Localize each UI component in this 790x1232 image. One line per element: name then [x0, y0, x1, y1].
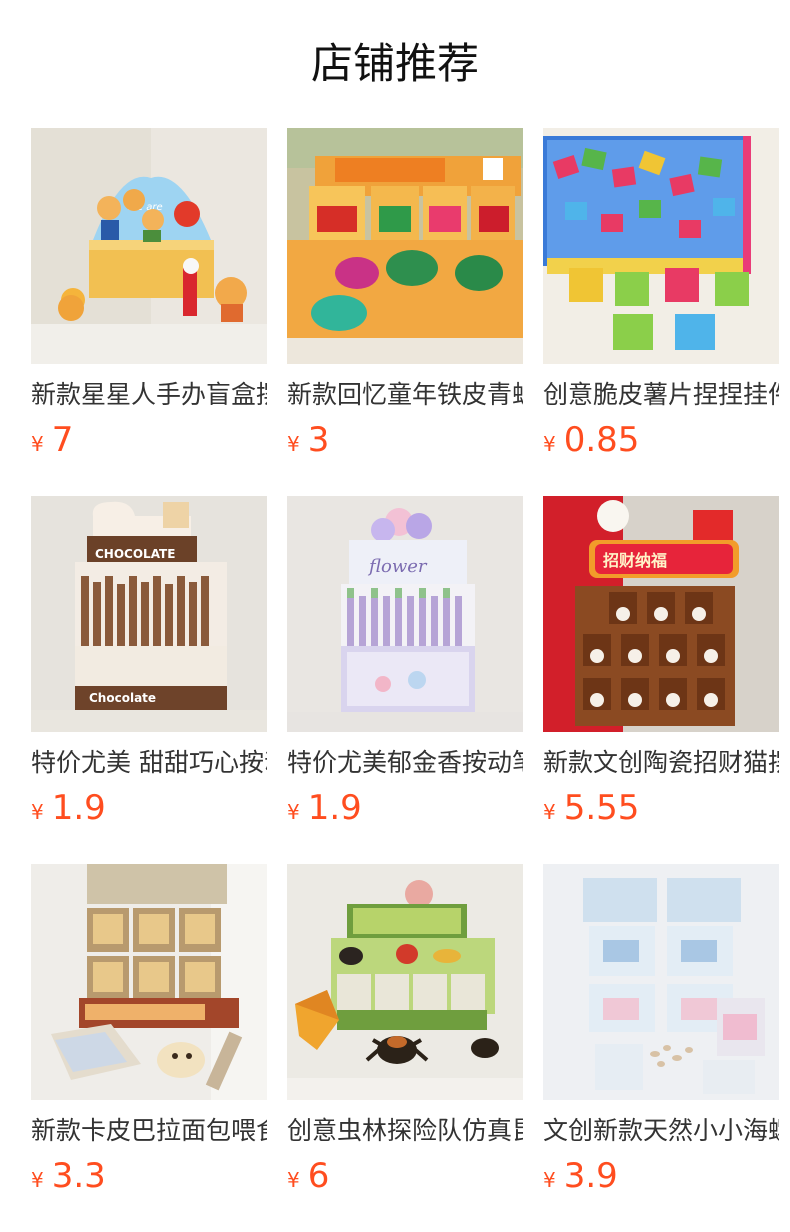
price-value: 1.9: [51, 788, 106, 828]
product-card[interactable]: 创意脆皮薯片捏捏挂件 ¥0.85: [543, 128, 779, 496]
chocolate-pen-box-image: CHOCOLATE Chocolate: [31, 496, 267, 732]
shop-recommendation-page: 店铺推荐 We are 新款星星人手办盲盒 ¥ 7 新款回忆童年铁皮青蛙 ¥ 3…: [0, 0, 790, 1232]
product-price: ¥3.9: [543, 1154, 779, 1198]
product-image[interactable]: 招财纳福: [543, 496, 779, 732]
product-card[interactable]: 招财纳福 新款文创陶瓷招财猫 ¥ 5.55: [543, 496, 779, 864]
product-card[interactable]: We are 新款星星人手办盲盒摆件 ¥: [31, 128, 267, 496]
product-name[interactable]: 创意虫林探险队仿真昆虫: [287, 1114, 523, 1148]
currency-symbol: ¥: [543, 1168, 556, 1192]
product-image[interactable]: CHOCOLATE Chocolate: [31, 496, 267, 732]
svg-text:招财纳福: 招财纳福: [603, 551, 667, 570]
product-price: ¥1.9: [287, 786, 523, 830]
product-card[interactable]: 新款回忆童年铁皮青蛙 ¥3: [287, 128, 523, 496]
capybara-bread-toy-image: [31, 864, 267, 1100]
product-name[interactable]: 特价尤美郁金香按动笔: [287, 746, 523, 780]
currency-symbol: ¥: [31, 800, 44, 824]
currency-symbol: ¥: [287, 432, 300, 456]
currency-symbol: ¥: [287, 800, 300, 824]
chips-squeeze-toy-image: [543, 128, 779, 364]
product-name[interactable]: 文创新款天然小小海螺: [543, 1114, 779, 1148]
product-card[interactable]: 创意虫林探险队仿真昆虫 ¥6: [287, 864, 523, 1232]
product-image[interactable]: We are: [31, 128, 267, 364]
product-image[interactable]: [543, 864, 779, 1100]
currency-symbol: ¥: [543, 432, 556, 456]
product-price: ¥1.9: [31, 786, 267, 830]
product-price: ¥6: [287, 1154, 523, 1198]
lucky-cat-shelf-image: 招财纳福: [543, 496, 779, 732]
price-value: 0.85: [563, 420, 640, 460]
product-card[interactable]: flower 特价尤美郁金香按动笔 ¥ 1.9: [287, 496, 523, 864]
product-name[interactable]: 新款文创陶瓷招财猫摆件: [543, 746, 779, 780]
svg-text:Chocolate: Chocolate: [89, 691, 156, 705]
product-image[interactable]: [287, 864, 523, 1100]
product-image[interactable]: [543, 128, 779, 364]
price-value: 6: [307, 1156, 330, 1196]
product-price: ¥0.85: [543, 418, 779, 462]
product-image[interactable]: [287, 128, 523, 364]
product-price: ¥3.3: [31, 1154, 267, 1198]
product-name[interactable]: 特价尤美 甜甜巧心按动笔: [31, 746, 267, 780]
currency-symbol: ¥: [31, 1168, 44, 1192]
price-value: 1.9: [307, 788, 362, 828]
currency-symbol: ¥: [543, 800, 556, 824]
price-value: 3.9: [563, 1156, 618, 1196]
product-name[interactable]: 新款卡皮巴拉面包喂食玩具: [31, 1114, 267, 1148]
price-value: 3: [307, 420, 330, 460]
svg-text:CHOCOLATE: CHOCOLATE: [95, 547, 175, 561]
product-card[interactable]: CHOCOLATE Chocolate 特价尤美 甜甜巧心按 ¥ 1.9: [31, 496, 267, 864]
product-price: ¥3: [287, 418, 523, 462]
currency-symbol: ¥: [287, 1168, 300, 1192]
price-value: 7: [51, 420, 74, 460]
seashell-box-image: [543, 864, 779, 1100]
product-name[interactable]: 新款星星人手办盲盒摆件: [31, 378, 267, 412]
svg-text:flower: flower: [367, 556, 428, 577]
figurine-blind-box-image: We are: [31, 128, 267, 364]
insect-model-toy-image: [287, 864, 523, 1100]
product-card[interactable]: 文创新款天然小小海螺 ¥3.9: [543, 864, 779, 1232]
product-price: ¥5.55: [543, 786, 779, 830]
product-image[interactable]: flower: [287, 496, 523, 732]
product-card[interactable]: 新款卡皮巴拉面包喂食玩具 ¥3.3: [31, 864, 267, 1232]
price-value: 3.3: [51, 1156, 106, 1196]
tin-toy-frog-image: [287, 128, 523, 364]
product-name[interactable]: 新款回忆童年铁皮青蛙: [287, 378, 523, 412]
product-price: ¥7: [31, 418, 267, 462]
product-grid: We are 新款星星人手办盲盒摆件 ¥: [31, 128, 779, 1232]
currency-symbol: ¥: [31, 432, 44, 456]
product-image[interactable]: [31, 864, 267, 1100]
section-title: 店铺推荐: [310, 39, 479, 88]
product-name[interactable]: 创意脆皮薯片捏捏挂件: [543, 378, 779, 412]
price-value: 5.55: [563, 788, 640, 828]
flower-pen-box-image: flower: [287, 496, 523, 732]
